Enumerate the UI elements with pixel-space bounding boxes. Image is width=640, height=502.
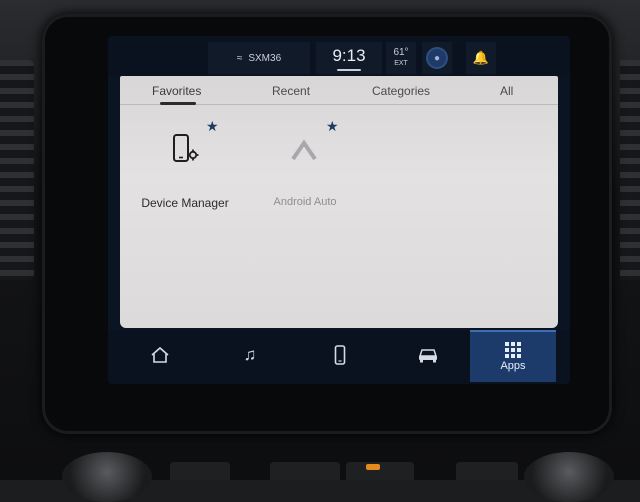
voice-icon: ● [428, 49, 446, 67]
apps-grid-icon [505, 342, 521, 358]
hardware-button[interactable] [456, 462, 518, 480]
tab-categories[interactable]: Categories [372, 84, 430, 98]
nav-apps-button[interactable]: Apps [470, 330, 556, 382]
nav-media-button[interactable]: ♫ [206, 330, 294, 380]
hardware-button[interactable] [346, 462, 414, 480]
notifications-button[interactable]: 🔔 [466, 42, 496, 74]
nav-vehicle-button[interactable] [384, 330, 472, 380]
favorite-star-icon[interactable]: ★ [326, 118, 339, 135]
status-bar: ≈ SXM36 9:13 61° EXT ● 🔔 [108, 36, 570, 76]
nav-phone-button[interactable] [296, 330, 384, 380]
phone-settings-icon [164, 130, 204, 170]
radio-source-label: SXM36 [248, 52, 282, 64]
satellite-radio-icon: ≈ [236, 52, 243, 64]
bell-icon: 🔔 [472, 50, 490, 65]
tab-recent[interactable]: Recent [272, 84, 310, 98]
tab-all[interactable]: All [500, 84, 513, 98]
nav-apps-label: Apps [500, 360, 526, 372]
android-auto-icon [284, 130, 324, 170]
temperature-value: 61° [393, 47, 409, 58]
volume-knob[interactable] [62, 452, 152, 502]
infotainment-display: ≈ SXM36 9:13 61° EXT ● 🔔 Favorites Recen… [108, 36, 570, 384]
app-android-auto[interactable]: Android Auto [250, 124, 360, 214]
tab-favorites[interactable]: Favorites [152, 84, 201, 98]
favorite-star-icon[interactable]: ★ [206, 118, 219, 135]
phone-icon [334, 345, 346, 365]
app-label: Android Auto [273, 196, 337, 208]
indicator-light [366, 464, 380, 470]
apps-tabs: Favorites Recent Categories All [120, 76, 558, 105]
hardware-button[interactable] [170, 462, 230, 480]
app-device-manager[interactable]: Device Manager [130, 124, 240, 214]
home-icon [151, 346, 169, 363]
tune-knob[interactable] [524, 452, 614, 502]
clock-underline [337, 68, 361, 71]
clock-time: 9:13 [332, 45, 366, 65]
clock[interactable]: 9:13 [316, 42, 382, 74]
voice-assistant-button[interactable]: ● [422, 42, 452, 74]
music-note-icon: ♫ [243, 345, 257, 364]
bottom-nav: ♫ Apps [108, 330, 570, 384]
hardware-button[interactable] [270, 462, 340, 480]
app-label: Device Manager [141, 196, 229, 210]
temperature-label: EXT [394, 60, 408, 67]
radio-source-button[interactable]: ≈ SXM36 [208, 42, 310, 74]
nav-home-button[interactable] [116, 330, 204, 380]
air-vent-right [620, 60, 640, 280]
car-icon [418, 349, 438, 363]
air-vent-left [0, 60, 34, 280]
active-tab-indicator [160, 102, 196, 105]
outside-temperature: 61° EXT [386, 42, 416, 74]
apps-panel: Favorites Recent Categories All Device M… [120, 76, 558, 328]
